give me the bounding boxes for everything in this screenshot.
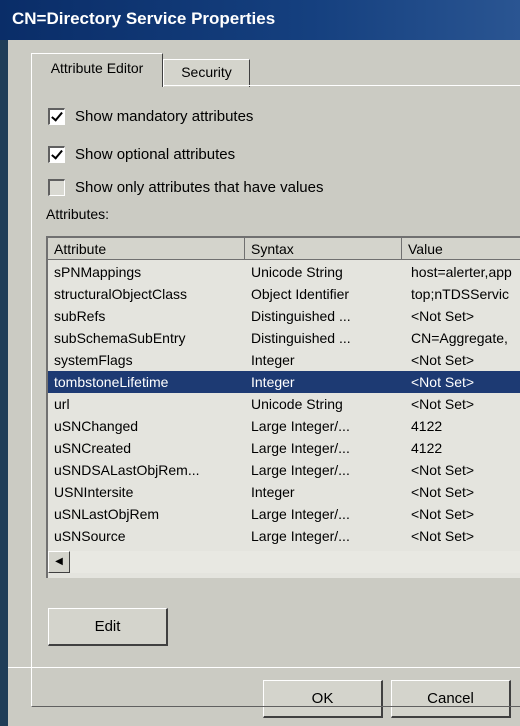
value-cell: 4122 xyxy=(411,440,443,456)
show-mandatory-option[interactable]: Show mandatory attributes xyxy=(48,105,253,127)
column-header-value[interactable]: Value xyxy=(402,238,520,260)
syntax-cell: Large Integer/... xyxy=(251,418,350,434)
attribute-cell: uSNLastObjRem xyxy=(54,506,160,522)
attribute-cell: uSNSource xyxy=(54,528,126,544)
syntax-cell: Large Integer/... xyxy=(251,440,350,456)
horizontal-scrollbar[interactable]: ◀ xyxy=(48,551,520,573)
value-cell: <Not Set> xyxy=(411,506,475,522)
table-row[interactable]: uSNLastObjRem Large Integer/... <Not Set… xyxy=(48,503,520,525)
window-title: CN=Directory Service Properties xyxy=(12,9,276,28)
properties-dialog: Attribute Editor Security Show mandatory… xyxy=(8,40,520,726)
table-row[interactable]: subSchemaSubEntry Distinguished ... CN=A… xyxy=(48,327,520,349)
syntax-cell: Distinguished ... xyxy=(251,308,351,324)
attributes-label: Attributes: xyxy=(46,206,110,222)
syntax-cell: Large Integer/... xyxy=(251,462,350,478)
syntax-cell: Integer xyxy=(251,484,295,500)
syntax-cell: Integer xyxy=(251,374,295,390)
show-with-values-checkbox[interactable] xyxy=(48,178,65,196)
attribute-cell: uSNCreated xyxy=(54,440,132,456)
attribute-cell: tombstoneLifetime xyxy=(54,374,169,390)
value-cell: <Not Set> xyxy=(411,462,475,478)
tab-label: Security xyxy=(181,64,232,80)
title-bar[interactable]: CN=Directory Service Properties xyxy=(0,0,520,41)
syntax-cell: Unicode String xyxy=(251,264,343,280)
table-row[interactable]: sPNMappings Unicode String host=alerter,… xyxy=(48,261,520,283)
syntax-cell: Unicode String xyxy=(251,396,343,412)
table-row[interactable]: uSNSource Large Integer/... <Not Set> xyxy=(48,525,520,547)
column-header-attribute[interactable]: Attribute xyxy=(48,238,245,260)
table-row[interactable]: uSNCreated Large Integer/... 4122 xyxy=(48,437,520,459)
show-with-values-label: Show only attributes that have values xyxy=(75,178,324,196)
attribute-cell: subRefs xyxy=(54,308,106,324)
value-cell: CN=Aggregate, xyxy=(411,330,508,346)
syntax-cell: Object Identifier xyxy=(251,286,350,302)
syntax-cell: Large Integer/... xyxy=(251,528,350,544)
syntax-cell: Integer xyxy=(251,352,295,368)
table-row-selected[interactable]: tombstoneLifetime Integer <Not Set> xyxy=(48,371,520,393)
show-mandatory-label: Show mandatory attributes xyxy=(75,107,254,125)
edit-button-label: Edit xyxy=(94,618,121,635)
show-optional-label: Show optional attributes xyxy=(75,145,236,163)
value-cell: <Not Set> xyxy=(411,352,475,368)
tab-security[interactable]: Security xyxy=(163,59,250,87)
syntax-cell: Large Integer/... xyxy=(251,506,350,522)
table-row[interactable]: uSNDSALastObjRem... Large Integer/... <N… xyxy=(48,459,520,481)
attribute-cell: uSNDSALastObjRem... xyxy=(54,462,200,478)
value-cell: <Not Set> xyxy=(411,484,475,500)
attribute-cell: uSNChanged xyxy=(54,418,139,434)
attribute-cell: USNIntersite xyxy=(54,484,134,500)
tab-label: Attribute Editor xyxy=(50,60,144,76)
table-row[interactable]: uSNChanged Large Integer/... 4122 xyxy=(48,415,520,437)
attribute-cell: systemFlags xyxy=(54,352,133,368)
show-optional-checkbox[interactable] xyxy=(48,145,65,163)
attribute-cell: url xyxy=(54,396,70,412)
value-cell: host=alerter,app xyxy=(411,264,512,280)
tab-attribute-editor[interactable]: Attribute Editor xyxy=(31,53,163,87)
edit-button[interactable]: Edit xyxy=(48,608,168,646)
table-row[interactable]: structuralObjectClass Object Identifier … xyxy=(48,283,520,305)
scroll-left-icon[interactable]: ◀ xyxy=(48,551,70,573)
window-border xyxy=(0,40,8,726)
attribute-cell: subSchemaSubEntry xyxy=(54,330,186,346)
value-cell: <Not Set> xyxy=(411,308,475,324)
table-row[interactable]: systemFlags Integer <Not Set> xyxy=(48,349,520,371)
attribute-cell: structuralObjectClass xyxy=(54,286,188,302)
attributes-list[interactable]: Attribute Syntax Value sPNMappings Unico… xyxy=(46,236,520,578)
show-mandatory-checkbox[interactable] xyxy=(48,107,65,125)
value-cell: <Not Set> xyxy=(411,396,475,412)
column-header-syntax[interactable]: Syntax xyxy=(245,238,402,260)
table-row[interactable]: subRefs Distinguished ... <Not Set> xyxy=(48,305,520,327)
syntax-cell: Distinguished ... xyxy=(251,330,351,346)
value-cell: top;nTDSServic xyxy=(411,286,510,302)
show-with-values-option[interactable]: Show only attributes that have values xyxy=(48,176,323,198)
table-row[interactable]: url Unicode String <Not Set> xyxy=(48,393,520,415)
value-cell: 4122 xyxy=(411,418,443,434)
table-row[interactable]: USNIntersite Integer <Not Set> xyxy=(48,481,520,503)
value-cell: <Not Set> xyxy=(411,528,475,544)
value-cell: <Not Set> xyxy=(411,374,475,390)
show-optional-option[interactable]: Show optional attributes xyxy=(48,143,235,165)
attribute-cell: sPNMappings xyxy=(54,264,142,280)
